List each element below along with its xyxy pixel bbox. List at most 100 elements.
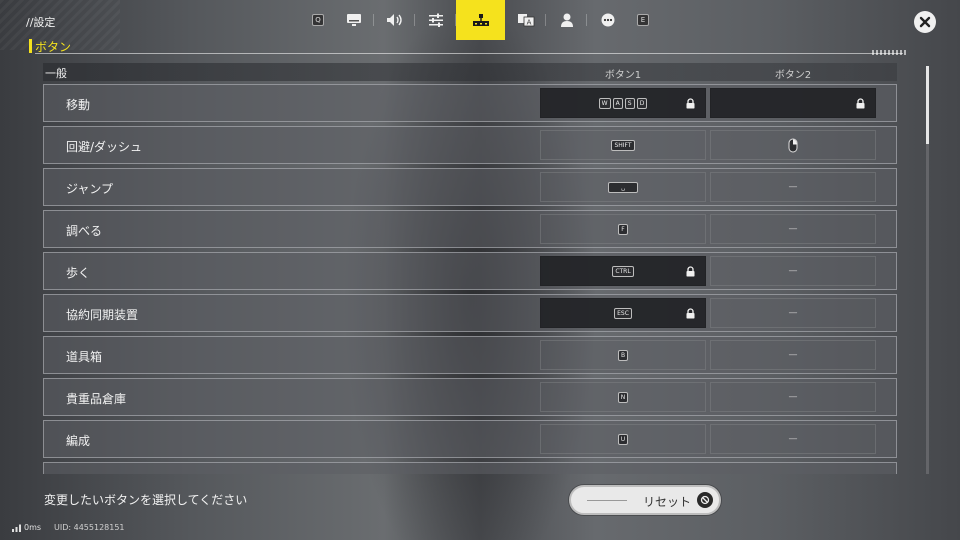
keybind-row-jump[interactable]: ジャンプ ␣ — xyxy=(43,168,897,206)
keybind-row-walk[interactable]: 歩く CTRL — xyxy=(43,252,897,290)
empty-binding: — xyxy=(788,182,798,192)
keybind-row-formation[interactable]: 編成 U — xyxy=(43,420,897,458)
column-button2-label: ボタン2 xyxy=(774,70,812,81)
reset-button[interactable]: リセット xyxy=(569,485,721,515)
key-cap: CTRL xyxy=(612,265,634,277)
empty-binding: — xyxy=(788,266,798,276)
sliders-icon xyxy=(428,13,443,27)
key-cap: ␣ xyxy=(608,181,638,193)
empty-binding: — xyxy=(788,308,798,318)
key-q-label: Q xyxy=(312,14,324,26)
keybind-label: ジャンプ xyxy=(66,182,114,196)
binding-slot-2[interactable]: — xyxy=(710,172,876,202)
section-divider xyxy=(35,53,903,54)
tab-language[interactable]: A xyxy=(505,0,546,40)
keybind-row-dodge[interactable]: 回避/ダッシュ SHIFT xyxy=(43,126,897,164)
column-button1-label: ボタン1 xyxy=(604,70,642,81)
lock-icon xyxy=(686,266,695,277)
top-navigation: Q A E xyxy=(303,0,658,40)
binding-slot-1[interactable]: U xyxy=(540,424,706,454)
keybind-row-move[interactable]: 移動 W A S D xyxy=(43,84,897,122)
language-icon: A xyxy=(517,14,534,27)
key-cap: N xyxy=(617,391,629,403)
keybind-row-valuables[interactable]: 貴重品倉庫 N — xyxy=(43,378,897,416)
footer-hint: 変更したいボタンを選択してください xyxy=(44,493,248,507)
keybind-label: 移動 xyxy=(66,98,91,112)
binding-slot-1[interactable]: N xyxy=(540,382,706,412)
lock-icon xyxy=(686,308,695,319)
lock-icon xyxy=(686,98,695,109)
empty-binding: — xyxy=(788,392,798,402)
key-cap: U xyxy=(617,433,629,445)
key-cap: B xyxy=(617,349,629,361)
section-accent-bar xyxy=(29,39,32,53)
binding-slot-2[interactable]: — xyxy=(710,382,876,412)
svg-text:A: A xyxy=(526,19,531,27)
empty-binding: — xyxy=(788,224,798,234)
key-cap: A xyxy=(612,97,623,109)
key-cap: W xyxy=(598,97,611,109)
keybind-label: 貴重品倉庫 xyxy=(66,392,127,406)
key-e-hint[interactable]: E xyxy=(628,0,658,40)
empty-binding: — xyxy=(788,350,798,360)
ping-indicator: 0ms xyxy=(12,523,41,532)
binding-slot-2[interactable]: — xyxy=(710,298,876,328)
reset-label: リセット xyxy=(643,495,692,509)
ping-value: 0ms xyxy=(24,523,42,532)
binding-slot-2[interactable]: — xyxy=(710,256,876,286)
binding-slot-1[interactable]: SHIFT xyxy=(540,130,706,160)
account-icon xyxy=(560,13,573,27)
keybind-label: 道具箱 xyxy=(66,350,103,364)
keybind-row-inspect[interactable]: 調べる F — xyxy=(43,210,897,248)
tab-sound[interactable] xyxy=(374,0,415,40)
key-cap: S xyxy=(624,97,635,109)
tab-adjust[interactable] xyxy=(415,0,456,40)
section-divider-end xyxy=(872,50,908,55)
keybind-row-toolbox[interactable]: 道具箱 B — xyxy=(43,336,897,374)
keybind-row-sync-device[interactable]: 協約同期装置 ESC — xyxy=(43,294,897,332)
close-icon xyxy=(919,16,931,28)
binding-slot-2[interactable] xyxy=(710,88,876,118)
tab-account[interactable] xyxy=(546,0,587,40)
more-icon xyxy=(601,13,614,27)
key-cap: ESC xyxy=(614,307,632,319)
lock-icon xyxy=(856,98,865,109)
key-e-label: E xyxy=(637,14,649,26)
column-header: 一般 ボタン1 ボタン2 xyxy=(43,63,897,81)
key-cap: D xyxy=(636,97,648,109)
binding-slot-1[interactable]: ␣ xyxy=(540,172,706,202)
scrollbar-thumb[interactable] xyxy=(926,66,929,144)
category-label: 一般 xyxy=(45,67,67,80)
binding-slot-1[interactable]: W A S D xyxy=(540,88,706,118)
empty-binding: — xyxy=(788,434,798,444)
binding-slot-2[interactable]: — xyxy=(710,214,876,244)
binding-slot-1[interactable]: F xyxy=(540,214,706,244)
tab-more[interactable] xyxy=(587,0,628,40)
binding-slot-2[interactable] xyxy=(710,130,876,160)
tab-display[interactable] xyxy=(333,0,374,40)
binding-slot-1[interactable]: CTRL xyxy=(540,256,706,286)
key-cap: F xyxy=(618,223,628,235)
page-title: //設定 xyxy=(26,16,56,29)
binding-slot-1[interactable]: B xyxy=(540,340,706,370)
keybind-label: 回避/ダッシュ xyxy=(66,140,143,154)
binding-slot-1[interactable]: ESC xyxy=(540,298,706,328)
reset-icon xyxy=(697,492,713,508)
display-icon xyxy=(346,14,361,26)
key-cap: SHIFT xyxy=(611,139,635,151)
keybind-row-partial[interactable] xyxy=(43,462,897,474)
reset-arrow-line xyxy=(587,500,627,501)
keybind-label: 編成 xyxy=(66,434,91,448)
controls-icon xyxy=(472,14,489,26)
keybind-label: 協約同期装置 xyxy=(66,308,139,322)
key-q-hint[interactable]: Q xyxy=(303,0,333,40)
user-uid: UID: 4455128151 xyxy=(54,523,125,532)
keybind-label: 歩く xyxy=(66,266,91,280)
close-button[interactable] xyxy=(914,11,936,33)
keybind-list: 移動 W A S D 回避/ダッシュ SHIFT ジャンプ ␣ — 調べる F … xyxy=(43,84,897,474)
binding-slot-2[interactable]: — xyxy=(710,340,876,370)
keybind-label: 調べる xyxy=(66,224,103,238)
binding-slot-2[interactable]: — xyxy=(710,424,876,454)
mouse-right-icon xyxy=(788,138,798,152)
tab-controls[interactable] xyxy=(456,0,505,40)
